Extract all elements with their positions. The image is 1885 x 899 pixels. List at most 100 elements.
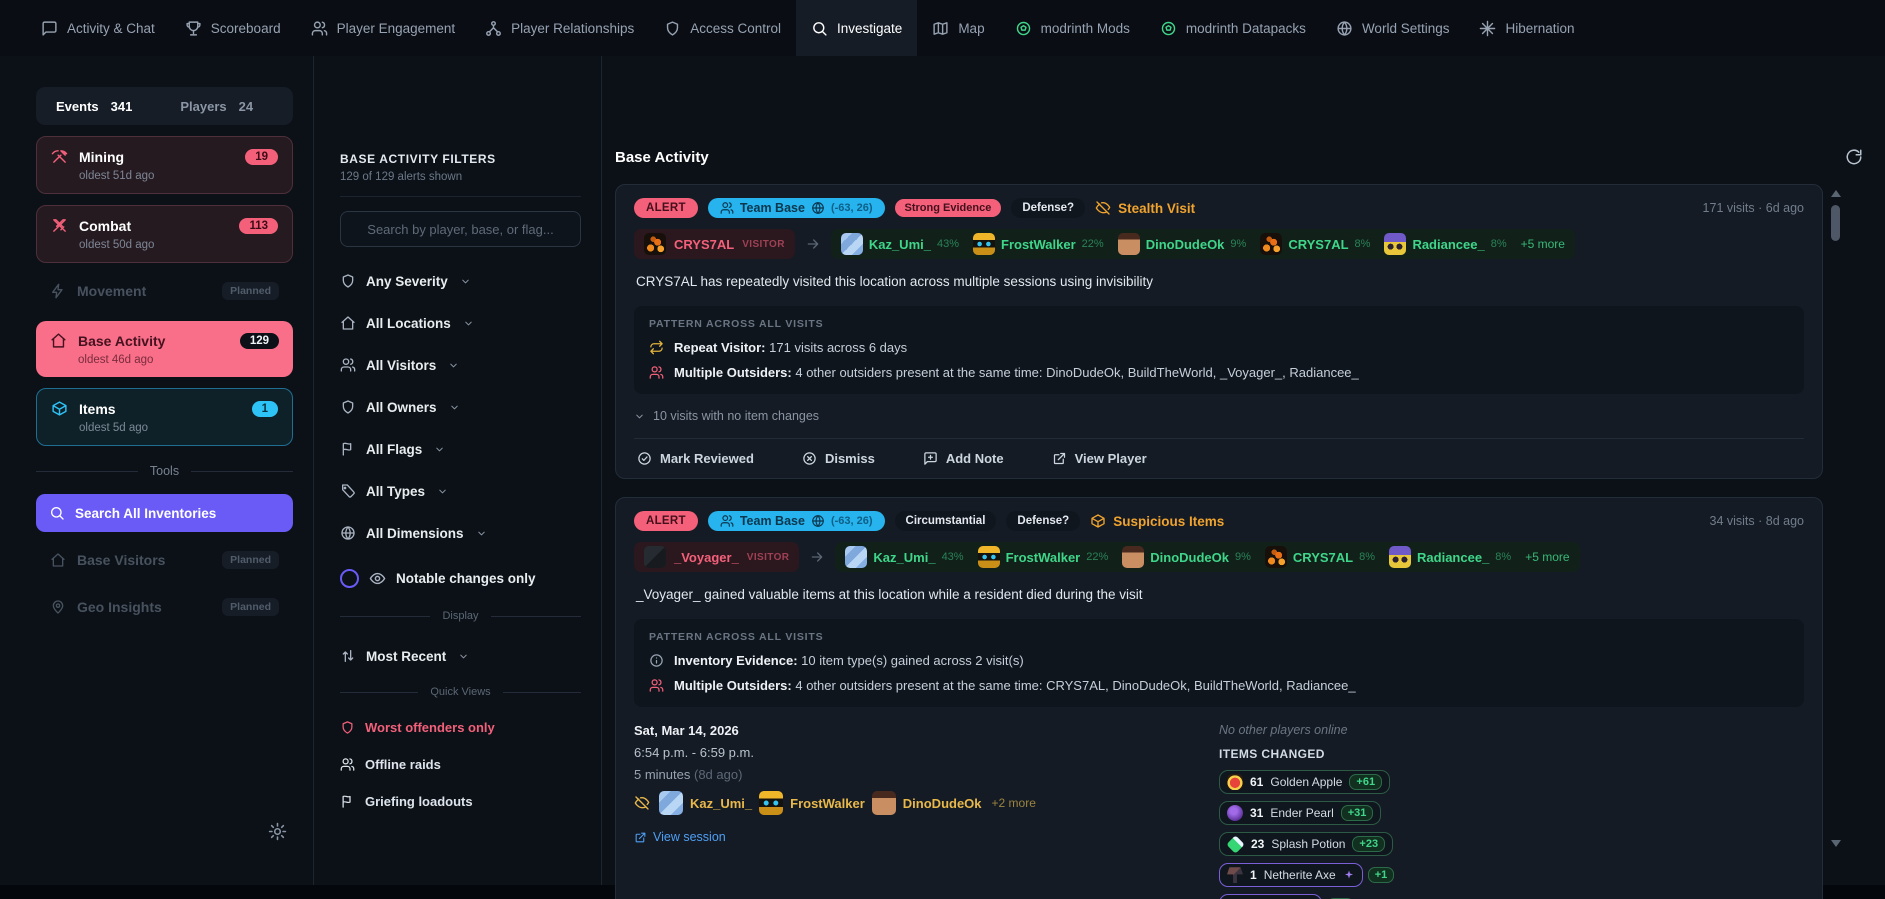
tab-events[interactable]: Events 341	[56, 99, 132, 114]
dismiss-button[interactable]: Dismiss	[802, 451, 875, 466]
notable-changes-toggle[interactable]: Notable changes only	[340, 569, 581, 588]
player-avatar	[644, 233, 666, 256]
visitor-name: _Voyager_	[674, 549, 739, 565]
item-change-golden-apple[interactable]: 61 Golden Apple +61	[1219, 770, 1391, 795]
swords-icon	[51, 217, 68, 234]
item-change-trident[interactable]: 1 Trident	[1219, 894, 1323, 899]
tab-modrinth-mods[interactable]: modrinth Mods	[1000, 0, 1145, 56]
defense-badge[interactable]: Defense?	[1011, 198, 1086, 219]
tab-hibernation[interactable]: Hibernation	[1464, 0, 1589, 56]
item-change-ender-pearl[interactable]: 31 Ender Pearl +31	[1219, 801, 1382, 826]
tab-world-settings[interactable]: World Settings	[1321, 0, 1465, 56]
category-label: Base Activity	[78, 332, 166, 349]
owner-entry[interactable]: DinoDudeOk 9%	[1122, 546, 1251, 569]
tab-label: Scoreboard	[210, 20, 281, 36]
quick-view-worst-offenders[interactable]: Worst offenders only	[340, 720, 581, 735]
category-oldest: oldest 46d ago	[78, 354, 154, 366]
severity-filter-dropdown[interactable]: Any Severity	[340, 273, 581, 289]
visitor-chip[interactable]: _Voyager_ VISITOR	[634, 542, 800, 573]
category-count-badge: 113	[239, 217, 278, 234]
tab-players[interactable]: Players 24	[180, 99, 253, 114]
owner-entry[interactable]: CRYS7AL 8%	[1264, 546, 1375, 569]
owner-entry[interactable]: FrostWalker 22%	[977, 546, 1108, 569]
more-owners[interactable]: +5 more	[1521, 237, 1565, 251]
sidebar-item-base-activity[interactable]: Base Activity 129 oldest 46d ago	[36, 321, 293, 377]
sort-dropdown[interactable]: Most Recent	[340, 648, 581, 664]
tab-access-control[interactable]: Access Control	[649, 0, 796, 56]
settings-button[interactable]	[268, 822, 293, 841]
tab-scoreboard[interactable]: Scoreboard	[170, 0, 296, 56]
category-oldest: oldest 51d ago	[79, 170, 155, 182]
base-location-badge[interactable]: Team Base (-63, 26)	[707, 198, 885, 219]
tab-activity-chat[interactable]: Activity & Chat	[26, 0, 170, 56]
scroll-down-arrow[interactable]	[1830, 840, 1841, 847]
owner-entry[interactable]: FrostWalker 22%	[973, 233, 1104, 256]
defense-badge[interactable]: Defense?	[1006, 511, 1081, 532]
shield-icon	[664, 20, 681, 37]
scrollbar[interactable]	[1830, 190, 1841, 847]
more-players[interactable]: +2 more	[992, 796, 1036, 810]
toggle-label: Notable changes only	[396, 571, 536, 586]
add-note-button[interactable]: Add Note	[923, 451, 1004, 466]
quick-view-griefing-loadouts[interactable]: Griefing loadouts	[340, 794, 581, 809]
locations-filter-dropdown[interactable]: All Locations	[340, 315, 581, 331]
tab-modrinth-datapacks[interactable]: modrinth Datapacks	[1145, 0, 1321, 56]
owner-entry[interactable]: Radiancee_ 8%	[1384, 233, 1507, 256]
owner-share: 43%	[936, 238, 959, 251]
visitor-chip[interactable]: CRYS7AL VISITOR	[634, 229, 795, 260]
item-count: 61	[1250, 775, 1264, 790]
session-player-name[interactable]: DinoDudeOk	[903, 796, 982, 811]
tab-investigate[interactable]: Investigate	[796, 0, 918, 56]
visitors-filter-dropdown[interactable]: All Visitors	[340, 357, 581, 373]
session-player-name[interactable]: Kaz_Umi_	[690, 796, 752, 811]
flags-filter-dropdown[interactable]: All Flags	[340, 441, 581, 457]
more-owners[interactable]: +5 more	[1525, 550, 1569, 564]
item-change-netherite-axe[interactable]: 1 Netherite Axe	[1219, 863, 1363, 888]
owner-entry[interactable]: Kaz_Umi_ 43%	[840, 233, 959, 256]
pattern-title: PATTERN ACROSS ALL VISITS	[649, 318, 824, 331]
chevron-down-icon	[476, 528, 487, 539]
types-filter-dropdown[interactable]: All Types	[340, 483, 581, 499]
collapsed-visits-toggle[interactable]: 10 visits with no item changes	[634, 409, 1804, 423]
sidebar-item-items[interactable]: Items 1 oldest 5d ago	[36, 388, 293, 446]
view-session-link[interactable]: View session	[634, 830, 1219, 844]
tab-player-engagement[interactable]: Player Engagement	[296, 0, 471, 56]
session-player-name[interactable]: FrostWalker	[790, 796, 865, 811]
owner-entry[interactable]: Kaz_Umi_ 43%	[845, 546, 964, 569]
scrollbar-thumb[interactable]	[1831, 205, 1840, 241]
tab-player-relationships[interactable]: Player Relationships	[470, 0, 649, 56]
view-player-button[interactable]: View Player	[1052, 451, 1147, 466]
filter-search-input[interactable]	[340, 211, 581, 247]
relationship-graph-icon	[485, 20, 502, 37]
house-icon	[50, 552, 66, 568]
users-icon	[311, 20, 328, 37]
owner-entry[interactable]: DinoDudeOk 9%	[1117, 233, 1246, 256]
dropdown-value: All Locations	[366, 315, 451, 331]
shield-icon	[340, 399, 356, 415]
tab-map[interactable]: Map	[917, 0, 999, 56]
users-icon	[649, 678, 664, 693]
owners-filter-dropdown[interactable]: All Owners	[340, 399, 581, 415]
dimensions-filter-dropdown[interactable]: All Dimensions	[340, 525, 581, 541]
search-all-inventories-button[interactable]: Search All Inventories	[36, 494, 293, 532]
external-link-icon	[1052, 451, 1067, 466]
session-duration: 5 minutes	[634, 767, 691, 783]
base-name: Team Base	[739, 201, 805, 216]
mark-reviewed-button[interactable]: Mark Reviewed	[637, 451, 754, 466]
item-name: Golden Apple	[1270, 775, 1343, 790]
owner-entry[interactable]: CRYS7AL 8%	[1260, 233, 1370, 256]
quick-view-offline-raids[interactable]: Offline raids	[340, 757, 581, 772]
item-change-splash-potion[interactable]: 23 Splash Potion +23	[1219, 832, 1394, 857]
scroll-up-arrow[interactable]	[1830, 190, 1841, 197]
item-delta-badge: +1	[1367, 867, 1395, 884]
base-location-badge[interactable]: Team Base (-63, 26)	[707, 511, 885, 532]
sidebar-item-combat[interactable]: Combat 113 oldest 50d ago	[36, 205, 293, 263]
owner-entry[interactable]: Radiancee_ 8%	[1389, 546, 1511, 569]
player-avatar	[845, 546, 868, 569]
quick-views-divider: Quick Views	[340, 686, 581, 698]
no-other-players-note: No other players online	[1219, 723, 1348, 738]
chevron-down-icon	[434, 444, 445, 455]
planned-badge: Planned	[222, 551, 279, 569]
sidebar-item-mining[interactable]: Mining 19 oldest 51d ago	[36, 136, 293, 194]
refresh-button[interactable]	[1845, 148, 1863, 166]
